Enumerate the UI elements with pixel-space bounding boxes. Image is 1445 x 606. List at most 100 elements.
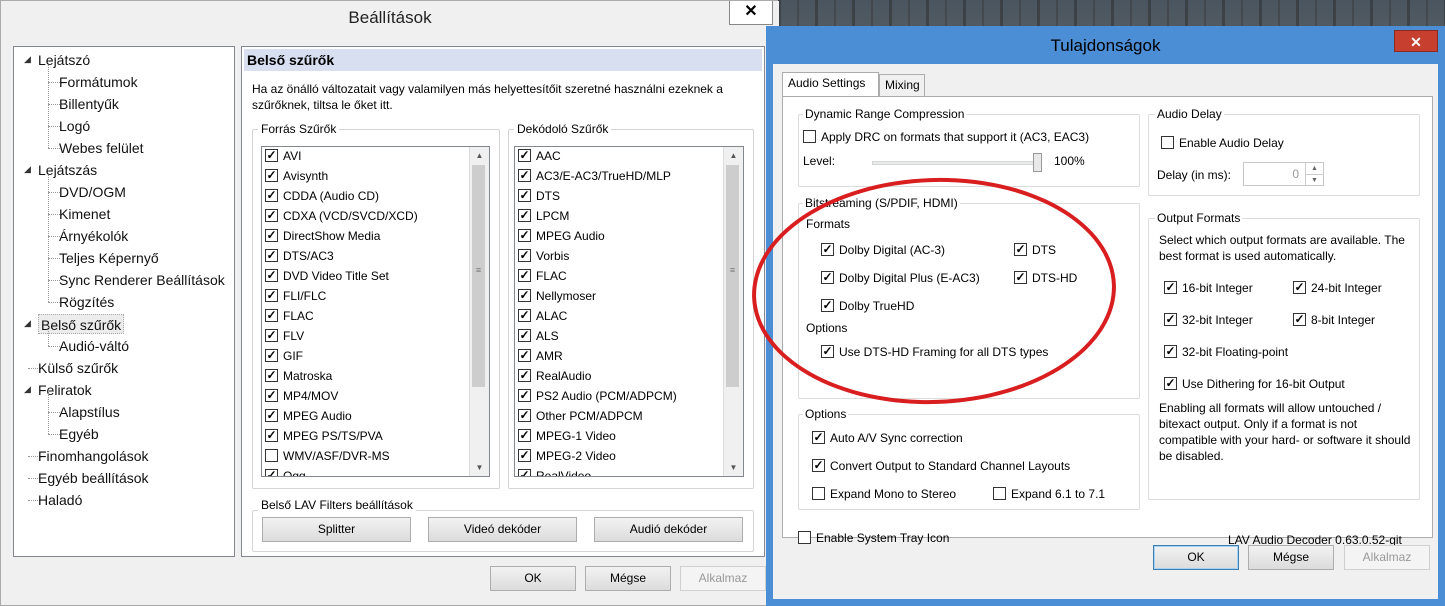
tree-item[interactable]: Logó (59, 116, 90, 136)
filter-list-item[interactable]: ✓ FLAC (265, 306, 314, 326)
checkbox-box[interactable]: ✓ (265, 329, 278, 343)
checkbox-box[interactable]: ✓ (265, 429, 278, 443)
delay-ms-spinner[interactable]: 0 ▲ ▼ (1243, 162, 1324, 186)
tree-item[interactable]: Webes felület (59, 138, 144, 158)
tree-expand-icon[interactable]: ◢ (24, 318, 34, 329)
checkbox-box[interactable]: ✓ (518, 409, 531, 423)
video-decoder-button[interactable]: Videó dekóder (428, 517, 577, 542)
output-format-checkbox[interactable]: ✓ 8-bit Integer (1293, 312, 1375, 328)
filter-list-item[interactable]: ✓ MP4/MOV (265, 386, 338, 406)
checkbox-box[interactable]: ✓ (518, 269, 531, 283)
output-format-checkbox[interactable]: ✓ 32-bit Floating-point (1164, 344, 1288, 360)
checkbox-box[interactable]: ✓ (1014, 271, 1027, 285)
scroll-thumb[interactable]: ≡ (472, 165, 485, 387)
spin-up-icon[interactable]: ▲ (1305, 163, 1323, 174)
checkbox-box[interactable]: ✓ (518, 329, 531, 343)
checkbox-box[interactable]: ✓ (518, 469, 531, 476)
checkbox-box[interactable]: ✓ (518, 169, 531, 183)
output-format-checkbox[interactable]: ✓ 24-bit Integer (1293, 280, 1382, 296)
checkbox-box[interactable]: ✓ (821, 345, 834, 359)
filter-list-item[interactable]: ✓ CDDA (Audio CD) (265, 186, 379, 206)
settings-ok-button[interactable]: OK (490, 566, 576, 591)
bitstream-format-checkbox[interactable]: ✓ DTS-HD (1014, 270, 1077, 286)
decoder-scrollbar[interactable]: ▲ ≡ ▼ (723, 147, 743, 476)
checkbox-box[interactable]: ✓ (821, 243, 834, 257)
filter-list-item[interactable]: ✓ DVD Video Title Set (265, 266, 389, 286)
scroll-up-icon[interactable]: ▲ (470, 147, 489, 164)
checkbox-box[interactable]: ✓ (1014, 243, 1027, 257)
bitstream-format-checkbox[interactable]: ✓ Dolby Digital (AC-3) (821, 242, 945, 258)
tree-item[interactable]: Lejátszó (38, 50, 90, 70)
properties-apply-button[interactable]: Alkalmaz (1344, 545, 1430, 570)
tree-item[interactable]: Formátumok (59, 72, 138, 92)
checkbox-box[interactable]: ✓ (265, 149, 278, 163)
filter-list-item[interactable]: ✓ Avisynth (265, 166, 328, 186)
checkbox-box[interactable]: ✓ (518, 149, 531, 163)
tree-item[interactable]: Teljes Képernyő (59, 248, 159, 268)
system-tray-checkbox[interactable]: Enable System Tray Icon (798, 530, 949, 546)
scroll-thumb[interactable]: ≡ (726, 165, 739, 387)
checkbox-box[interactable]: ✓ (518, 449, 531, 463)
checkbox-box[interactable]: ✓ (265, 389, 278, 403)
option-checkbox[interactable]: Expand 6.1 to 7.1 (993, 486, 1105, 502)
checkbox-box[interactable]: ✓ (812, 459, 825, 473)
filter-list-item[interactable]: ✓ AAC (518, 147, 561, 166)
source-scrollbar[interactable]: ▲ ≡ ▼ (469, 147, 489, 476)
bitstream-format-checkbox[interactable]: ✓ Dolby TrueHD (821, 298, 914, 314)
level-slider-thumb[interactable] (1033, 153, 1042, 172)
filter-list-item[interactable]: ✓ GIF (265, 346, 303, 366)
source-filters-list[interactable]: ✓ Ogg WMV/ASF/DVR-MS ✓ MPEG PS/TS/PVA ✓ MPEG A… (261, 146, 490, 477)
filter-list-item[interactable]: ✓ RealAudio (518, 366, 591, 386)
checkbox-box[interactable]: ✓ (1293, 313, 1306, 327)
checkbox-box[interactable] (1161, 136, 1174, 150)
tree-item[interactable]: Külső szűrők (38, 358, 118, 378)
tree-item[interactable]: Alapstílus (59, 402, 120, 422)
properties-cancel-button[interactable]: Mégse (1248, 545, 1334, 570)
tree-item[interactable]: Billentyűk (59, 94, 119, 114)
filter-list-item[interactable]: ✓ MPEG-2 Video (518, 446, 616, 466)
checkbox-box[interactable]: ✓ (518, 349, 531, 363)
checkbox-box[interactable]: ✓ (1164, 377, 1177, 391)
filter-list-item[interactable]: ✓ FLAC (518, 266, 567, 286)
checkbox-box[interactable]: ✓ (265, 169, 278, 183)
splitter-button[interactable]: Splitter (262, 517, 411, 542)
tree-item[interactable]: Kimenet (59, 204, 110, 224)
checkbox-box[interactable]: ✓ (518, 229, 531, 243)
checkbox-box[interactable]: ✓ (518, 389, 531, 403)
filter-list-item[interactable]: ✓ Vorbis (518, 246, 569, 266)
filter-list-item[interactable]: ✓ Other PCM/ADPCM (518, 406, 643, 426)
tree-expand-icon[interactable]: ◢ (24, 54, 34, 65)
filter-list-item[interactable]: ✓ PS2 Audio (PCM/ADPCM) (518, 386, 677, 406)
scroll-down-icon[interactable]: ▼ (724, 459, 743, 476)
filter-list-item[interactable]: ✓ Nellymoser (518, 286, 596, 306)
tree-item[interactable]: Feliratok (38, 380, 92, 400)
checkbox-box[interactable]: ✓ (265, 269, 278, 283)
checkbox-box[interactable]: ✓ (265, 209, 278, 223)
checkbox-box[interactable] (798, 531, 811, 545)
checkbox-box[interactable]: ✓ (1293, 281, 1306, 295)
filter-list-item[interactable]: ✓ CDXA (VCD/SVCD/XCD) (265, 206, 418, 226)
filter-list-item[interactable]: ✓ DTS (518, 186, 560, 206)
checkbox-box[interactable] (803, 130, 816, 144)
checkbox-box[interactable]: ✓ (821, 271, 834, 285)
filter-list-item[interactable]: ✓ RealVideo (518, 466, 591, 476)
decoder-filters-list[interactable]: ✓ RealVideo ✓ MPEG-2 Video ✓ MPEG-1 Video ✓ Oth… (514, 146, 744, 477)
tree-item[interactable]: Finomhangolások (38, 446, 149, 466)
filter-list-item[interactable]: ✓ MPEG Audio (518, 226, 605, 246)
filter-list-item[interactable]: ✓ LPCM (518, 206, 569, 226)
checkbox-box[interactable]: ✓ (821, 299, 834, 313)
output-format-checkbox[interactable]: ✓ 16-bit Integer (1164, 280, 1253, 296)
filter-list-item[interactable]: ✓ ALS (518, 326, 559, 346)
filter-list-item[interactable]: ✓ FLV (265, 326, 304, 346)
tab-mixing[interactable]: Mixing (879, 74, 925, 96)
drc-apply-checkbox[interactable]: Apply DRC on formats that support it (AC… (803, 129, 1089, 145)
properties-close-button[interactable]: ✕ (1394, 30, 1438, 52)
checkbox-box[interactable]: ✓ (265, 409, 278, 423)
checkbox-box[interactable]: ✓ (265, 229, 278, 243)
tree-item[interactable]: Egyéb (59, 424, 99, 444)
option-checkbox[interactable]: ✓ Auto A/V Sync correction (812, 430, 963, 446)
settings-close-button[interactable]: ✕ (729, 1, 773, 25)
tab-audio-settings[interactable]: Audio Settings (782, 72, 879, 96)
filter-list-item[interactable]: ✓ Matroska (265, 366, 332, 386)
tree-expand-icon[interactable]: ◢ (24, 164, 34, 175)
